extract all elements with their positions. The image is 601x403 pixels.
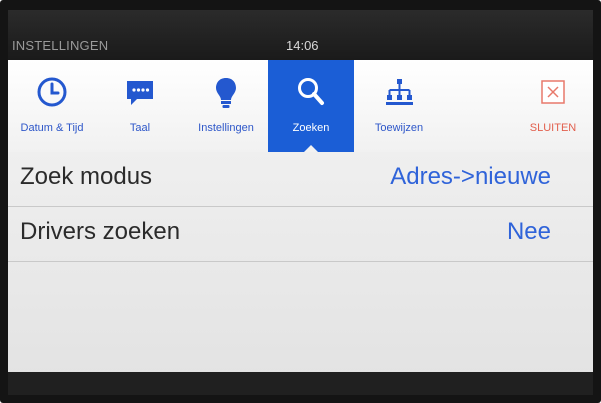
device-bezel: INSTELLINGEN 14:06 Datum & Tijd Taal Ins… [0,0,601,403]
speech-bubble-icon [127,81,153,105]
setting-name: Drivers zoeken [20,218,181,245]
bottom-bar [8,372,593,395]
tab-label: Taal [129,122,151,134]
setting-row-drivers-zoeken[interactable]: Drivers zoeken Nee [8,207,593,262]
tab-datum-tijd[interactable]: Datum & Tijd [8,60,96,152]
settings-list: Zoek modus Adres->nieuwe Drivers zoeken … [8,152,593,395]
tab-label: Instellingen [198,122,254,134]
tab-label: Toewijzen [374,122,424,134]
close-label: SLUITEN [529,122,577,134]
clock-time: 14:06 [286,38,319,53]
clock-icon [37,77,67,107]
hierarchy-icon [386,79,413,105]
tab-zoeken[interactable]: Zoeken [268,60,354,153]
setting-value: Adres->nieuwe [390,163,551,190]
tab-bar: Datum & Tijd Taal Instellingen Zoeken To… [8,60,593,153]
screen-title: INSTELLINGEN [12,38,109,53]
status-bar: INSTELLINGEN 14:06 [8,10,593,60]
close-button[interactable]: SLUITEN [513,60,593,152]
tab-toewijzen[interactable]: Toewijzen [354,60,444,152]
close-icon [541,80,565,104]
setting-name: Zoek modus [20,163,153,190]
tab-taal[interactable]: Taal [96,60,184,152]
tab-instellingen[interactable]: Instellingen [184,60,268,152]
tab-label: Datum & Tijd [20,122,84,134]
lightbulb-icon [216,78,236,108]
search-icon [298,78,324,105]
setting-row-zoek-modus[interactable]: Zoek modus Adres->nieuwe [8,152,593,207]
screen: INSTELLINGEN 14:06 Datum & Tijd Taal Ins… [8,10,593,395]
setting-value: Nee [506,218,551,245]
tab-label: Zoeken [292,122,330,134]
